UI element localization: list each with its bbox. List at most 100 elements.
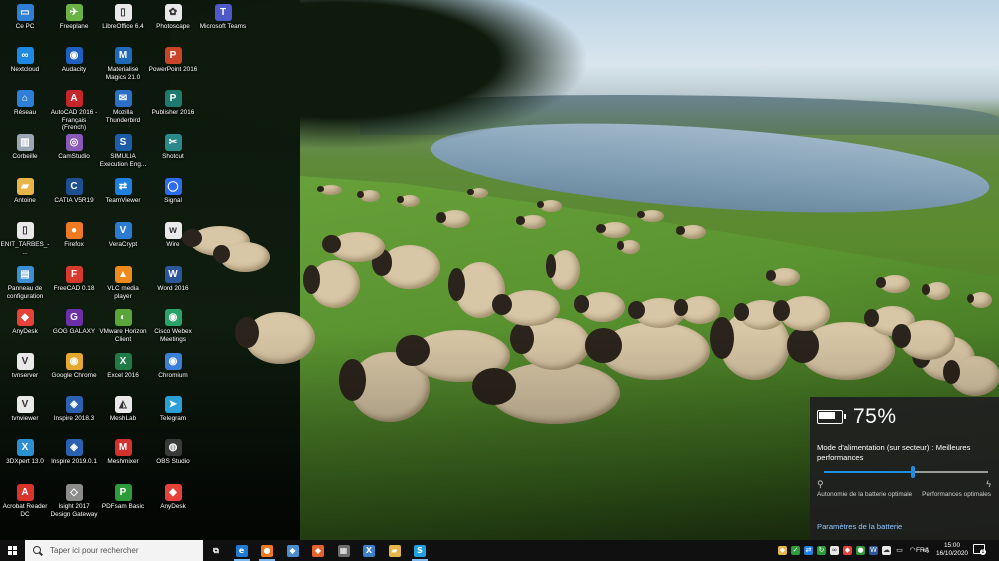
taskbar-app-task-view[interactable]: ⧉ <box>205 540 227 561</box>
desktop-icon-label: GOG GALAXY <box>52 328 96 335</box>
desktop-icon[interactable]: ◭ MeshLab <box>98 396 148 423</box>
desktop-icon[interactable]: ✂ Shotcut <box>148 134 198 161</box>
desktop-icon[interactable]: ◐ VMware Horizon Client <box>98 309 148 343</box>
wallpaper-sheep <box>536 200 562 212</box>
update-icon[interactable]: ↻ <box>817 546 826 555</box>
wallpaper-sheep <box>316 185 342 195</box>
desktop-icon[interactable]: w Wire <box>148 222 198 249</box>
desktop-icon[interactable]: Vtvnviewer <box>0 396 50 423</box>
desktop-icon[interactable]: ▰ Antoine <box>0 178 50 205</box>
meeting-icon[interactable]: ● <box>856 546 865 555</box>
taskbar-app-firefox[interactable]: ● <box>256 540 278 561</box>
desktop-icon[interactable]: G GOG GALAXY <box>49 309 99 336</box>
desktop-icon[interactable]: ● Firefox <box>49 222 99 249</box>
onedrive-icon[interactable]: ☁ <box>882 546 891 555</box>
desktop-icon[interactable]: ◇ Isight 2017 Design Gateway <box>49 484 99 518</box>
desktop-icon[interactable]: A Acrobat Reader DC <box>0 484 50 518</box>
desktop-icon[interactable]: ◈ Inspire 2019.0.1 <box>49 439 99 466</box>
desktop-icon[interactable]: ⌂ Réseau <box>0 90 50 117</box>
task-view-icon: ⧉ <box>210 544 222 557</box>
wallpaper-sheep <box>875 275 910 293</box>
desktop-icon[interactable]: ◉ Audacity <box>49 47 99 74</box>
desktop-icon[interactable]: M Materialise Magics 21.0 <box>98 47 148 81</box>
taskbar-app-app-blue[interactable]: ◆ <box>282 540 304 561</box>
desktop-icon[interactable]: S SIMULIA Execution Eng... <box>98 134 148 168</box>
desktop-icon[interactable]: ➤ Telegram <box>148 396 198 423</box>
desktop-icon[interactable]: F FreeCAD 0.18 <box>49 266 99 293</box>
chrome-icon: ◉ <box>65 353 83 370</box>
taskbar-search-box[interactable] <box>25 540 203 561</box>
wallpaper-sheep <box>545 250 580 290</box>
desktop-icon[interactable]: ◉ Google Chrome <box>49 353 99 380</box>
search-input[interactable] <box>50 546 200 555</box>
battery-tray-icon[interactable]: ▭ <box>895 546 904 555</box>
desktop-icon[interactable]: ▥ Corbeille <box>0 134 50 161</box>
desktop-icon[interactable]: ◆ AnyDesk <box>0 309 50 336</box>
desktop-icon-label: VMware Horizon Client <box>99 328 147 343</box>
desktop-icon[interactable]: ◆ AnyDesk <box>148 484 198 511</box>
taskbar-app-skype[interactable]: S <box>409 540 431 561</box>
battery-settings-link[interactable]: Paramètres de la batterie <box>817 522 902 531</box>
start-button[interactable] <box>0 540 25 561</box>
taskbar-clock[interactable]: 15:00 16/10/2020 <box>934 542 970 559</box>
desktop-icon[interactable]: ▤ Panneau de configuration <box>0 266 50 300</box>
taskbar-app-calculator[interactable]: ▦ <box>333 540 355 561</box>
taskbar-app-xming[interactable]: X <box>358 540 380 561</box>
desktop-icon[interactable]: ◍ OBS Studio <box>148 439 198 466</box>
power-mode-slider[interactable] <box>824 466 988 478</box>
wallpaper-sheep <box>676 225 706 239</box>
nextcloud-tray-icon[interactable]: ∞ <box>830 546 839 555</box>
desktop-icon[interactable]: P Publisher 2016 <box>148 90 198 117</box>
wallpaper-sheep <box>322 232 385 262</box>
desktop-icon[interactable]: P PDFsam Basic <box>98 484 148 511</box>
desktop-icon[interactable]: ▯ ENIT_TARBES_-... <box>0 222 50 256</box>
desktop-icon-label: 3DXpert 13.0 <box>6 458 44 465</box>
taskbar: ⧉e●◆◆▦X▰S ◆✓⇄↻∞◆●W☁▭◠◁ FRA 15:00 16/10/2… <box>0 540 999 561</box>
desktop-icon[interactable]: ▯ LibreOffice 6.4 <box>98 4 148 31</box>
desktop-icon[interactable]: ◯ Signal <box>148 178 198 205</box>
desktop-icon[interactable]: ✿ Photoscape <box>148 4 198 31</box>
desktop-icon[interactable]: X Excel 2016 <box>98 353 148 380</box>
desktop-icon[interactable]: C CATIA V5R19 <box>49 178 99 205</box>
power-mode-slider-thumb[interactable] <box>910 466 915 478</box>
calculator-icon: ▦ <box>337 544 350 557</box>
desktop-icon[interactable]: P PowerPoint 2016 <box>148 47 198 74</box>
desktop-icon[interactable]: Vtvnserver <box>0 353 50 380</box>
teamviewer-tray-icon[interactable]: ⇄ <box>804 546 813 555</box>
desktop-icon[interactable]: ✈ Freeplane <box>49 4 99 31</box>
language-indicator[interactable]: FRA <box>916 540 929 561</box>
desktop-icon[interactable]: ∞ Nextcloud <box>0 47 50 74</box>
webex-icon: ◉ <box>164 309 182 326</box>
desktop-icon[interactable]: ◈ Inspire 2018.3 <box>49 396 99 423</box>
taskbar-app-edge[interactable]: e <box>231 540 253 561</box>
anydesk-tray-icon[interactable]: ◆ <box>843 546 852 555</box>
desktop-icon[interactable]: ✉ Mozilla Thunderbird <box>98 90 148 124</box>
taskbar-app-app-orange[interactable]: ◆ <box>307 540 329 561</box>
wallpaper-sheep <box>371 245 440 289</box>
desktop-icon[interactable]: T Microsoft Teams <box>198 4 248 31</box>
desktop-icon[interactable]: ◎ CamStudio <box>49 134 99 161</box>
desktop-icon[interactable]: X 3DXpert 13.0 <box>0 439 50 466</box>
3dxpert-icon: X <box>16 439 34 456</box>
firefox-icon: ● <box>261 544 273 557</box>
green-check-icon[interactable]: ✓ <box>791 546 800 555</box>
isight-icon: ◇ <box>65 484 83 501</box>
desktop-icon[interactable]: V VeraCrypt <box>98 222 148 249</box>
desktop-icon-label: VeraCrypt <box>108 241 138 248</box>
desktop-icon-label: Inspire 2019.0.1 <box>51 458 97 465</box>
desktop-icon[interactable]: ▲ VLC media player <box>98 266 148 300</box>
word-tray-icon[interactable]: W <box>869 546 878 555</box>
action-center-button[interactable]: 1 <box>973 544 986 556</box>
security-shield-icon[interactable]: ◆ <box>778 546 787 555</box>
desktop-icon[interactable]: A AutoCAD 2016 - Français (French) <box>49 90 99 132</box>
tvnviewer-icon: V <box>16 396 34 413</box>
desktop-icon[interactable]: ◉ Chromium <box>148 353 198 380</box>
wallpaper-sheep <box>303 260 360 308</box>
desktop-icon[interactable]: ◉ Cisco Webex Meetings <box>148 309 198 343</box>
desktop-icon[interactable]: ▭ Ce PC <box>0 4 50 31</box>
desktop-icon[interactable]: M Meshmixer <box>98 439 148 466</box>
battery-flyout: 75% Mode d'alimentation (sur secteur) : … <box>810 397 999 540</box>
taskbar-app-file-explorer[interactable]: ▰ <box>384 540 406 561</box>
desktop-icon[interactable]: W Word 2016 <box>148 266 198 293</box>
desktop-icon[interactable]: ⇄ TeamViewer <box>98 178 148 205</box>
